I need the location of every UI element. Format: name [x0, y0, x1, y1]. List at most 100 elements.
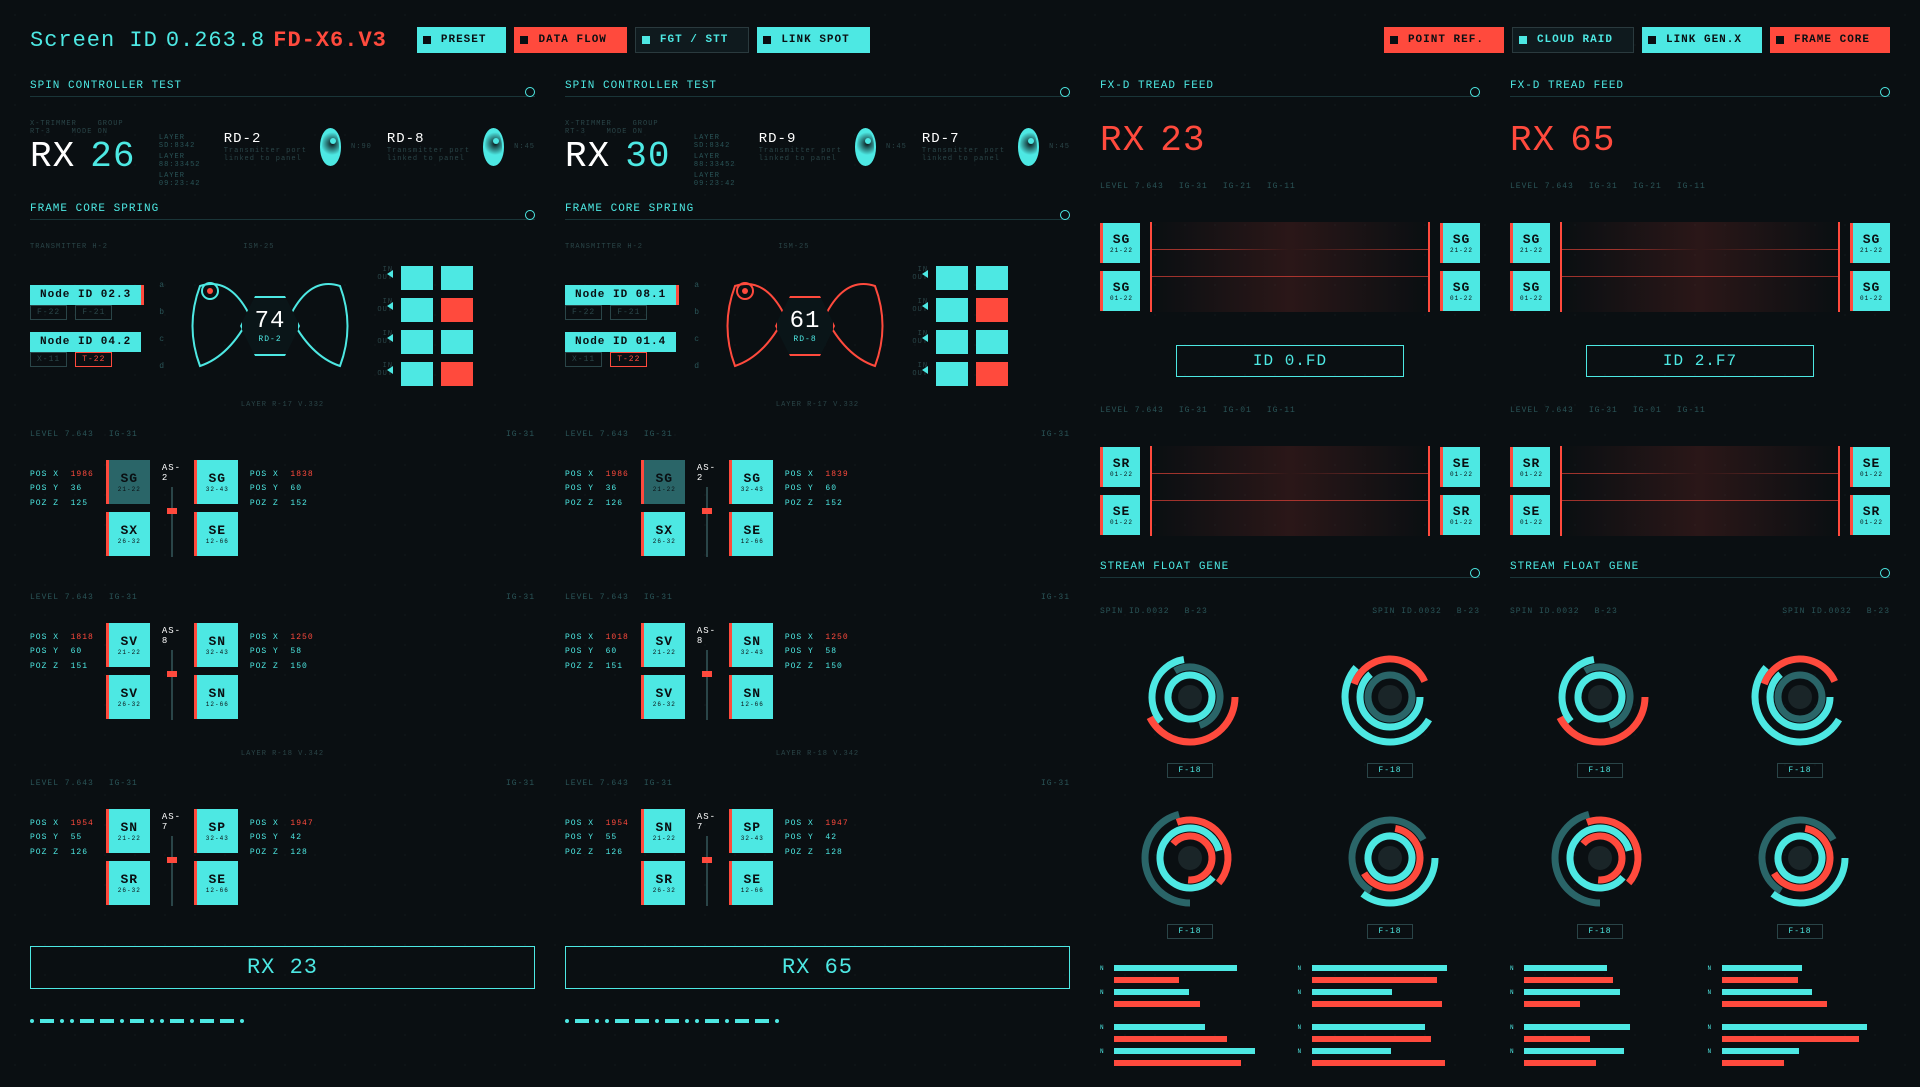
- io-box[interactable]: [441, 298, 473, 322]
- io-box[interactable]: [976, 362, 1008, 386]
- sgtile-SG[interactable]: SG21-22: [1440, 223, 1480, 263]
- tile-SR[interactable]: SR26-32: [641, 861, 685, 905]
- slider-AS-8[interactable]: AS-8: [697, 623, 717, 723]
- radial-gauge: F-18: [1300, 798, 1480, 939]
- dial-RD-2[interactable]: [320, 128, 342, 166]
- bar-chart: N N: [1100, 964, 1283, 1008]
- nav-data-flow[interactable]: DATA FLOW: [514, 27, 626, 53]
- tile-SR[interactable]: SR26-32: [106, 861, 150, 905]
- io-box[interactable]: [976, 266, 1008, 290]
- node-btn[interactable]: Node ID 04.2: [30, 332, 144, 352]
- rx-bar: RX 65: [565, 946, 1070, 989]
- node-btn[interactable]: Node ID 08.1: [565, 285, 679, 305]
- tile-SV[interactable]: SV21-22: [106, 623, 150, 667]
- radial-gauge: F-18: [1100, 798, 1280, 939]
- sgtile-SG[interactable]: SG21-22: [1100, 223, 1140, 263]
- id-box: ID 0.FD: [1176, 345, 1404, 377]
- tile-SE[interactable]: SE12-66: [729, 512, 773, 556]
- bar-chart: N N: [1708, 964, 1891, 1008]
- waveform: [1560, 222, 1840, 312]
- sgtile-SE[interactable]: SE01-22: [1510, 495, 1550, 535]
- tile-SE[interactable]: SE12-66: [194, 512, 238, 556]
- waveform: [1560, 446, 1840, 536]
- sgtile-SG[interactable]: SG01-22: [1100, 271, 1140, 311]
- tile-SP[interactable]: SP32-43: [729, 809, 773, 853]
- section-stream: STREAM FLOAT GENE: [1510, 561, 1890, 578]
- tile-SN[interactable]: SN12-66: [194, 675, 238, 719]
- bowtie-gauge: 61RD-8: [715, 266, 895, 386]
- feed-a: FX-D TREAD FEED RX23 LEVEL 7.643IG-31IG-…: [1100, 80, 1480, 1067]
- sgtile-SG[interactable]: SG01-22: [1850, 271, 1890, 311]
- sgtile-SE[interactable]: SE01-22: [1100, 495, 1140, 535]
- tile-SN[interactable]: SN32-43: [194, 623, 238, 667]
- io-box[interactable]: [441, 362, 473, 386]
- tile-SV[interactable]: SV26-32: [641, 675, 685, 719]
- button-group-2: POINT REF. CLOUD RAID LINK GEN.X FRAME CORE: [1384, 27, 1890, 53]
- tile-SN[interactable]: SN32-43: [729, 623, 773, 667]
- button-group-1: PRESET DATA FLOW FGT / STT LINK SPOT: [417, 27, 870, 53]
- node-btn[interactable]: Node ID 02.3: [30, 285, 144, 305]
- sgtile-SG[interactable]: SG21-22: [1850, 223, 1890, 263]
- sgtile-SG[interactable]: SG01-22: [1440, 271, 1480, 311]
- tile-SN[interactable]: SN21-22: [106, 809, 150, 853]
- node-btn[interactable]: Node ID 01.4: [565, 332, 679, 352]
- nav-link-spot[interactable]: LINK SPOT: [757, 27, 869, 53]
- tile-SN[interactable]: SN21-22: [641, 809, 685, 853]
- rx-label: RX: [565, 136, 610, 177]
- nav-link-gen-x[interactable]: LINK GEN.X: [1642, 27, 1762, 53]
- id-box: ID 2.F7: [1586, 345, 1814, 377]
- bar-chart: N N: [1510, 964, 1693, 1008]
- io-box[interactable]: [976, 298, 1008, 322]
- slider-AS-2[interactable]: AS-2: [162, 460, 182, 560]
- nav-fgt---stt[interactable]: FGT / STT: [635, 27, 749, 53]
- dial-RD-7[interactable]: [1018, 128, 1040, 166]
- tile-SE[interactable]: SE12-66: [729, 861, 773, 905]
- panel-a: SPIN CONTROLLER TEST X-TRIMMER GROUP RT-…: [30, 80, 535, 1067]
- sgtile-SG[interactable]: SG01-22: [1510, 271, 1550, 311]
- tile-SG[interactable]: SG32-43: [729, 460, 773, 504]
- section-fcs: FRAME CORE SPRING: [565, 203, 1070, 220]
- section-feed: FX-D TREAD FEED: [1100, 80, 1480, 97]
- nav-cloud-raid[interactable]: CLOUD RAID: [1512, 27, 1634, 53]
- tile-SX[interactable]: SX26-32: [106, 512, 150, 556]
- io-box[interactable]: [441, 330, 473, 354]
- nav-frame-core[interactable]: FRAME CORE: [1770, 27, 1890, 53]
- sgtile-SR[interactable]: SR01-22: [1440, 495, 1480, 535]
- nav-point-ref-[interactable]: POINT REF.: [1384, 27, 1504, 53]
- slider-AS-7[interactable]: AS-7: [162, 809, 182, 909]
- rx-value: 23: [1160, 120, 1205, 161]
- dial-RD-8[interactable]: [483, 128, 505, 166]
- rx-bar: RX 23: [30, 946, 535, 989]
- tile-SN[interactable]: SN12-66: [729, 675, 773, 719]
- rx-value: 65: [1570, 120, 1615, 161]
- tile-SE[interactable]: SE12-66: [194, 861, 238, 905]
- tile-SG[interactable]: SG21-22: [641, 460, 685, 504]
- sgtile-SR[interactable]: SR01-22: [1510, 447, 1550, 487]
- dial-RD-9[interactable]: [855, 128, 877, 166]
- bar-chart: N N: [1298, 964, 1481, 1008]
- tile-SP[interactable]: SP32-43: [194, 809, 238, 853]
- rx-value: 26: [90, 136, 135, 177]
- bar-chart: N N: [1510, 1023, 1693, 1067]
- nav-preset[interactable]: PRESET: [417, 27, 507, 53]
- sgtile-SR[interactable]: SR01-22: [1850, 495, 1890, 535]
- rx-label: RX: [30, 136, 75, 177]
- feed-b: FX-D TREAD FEED RX65 LEVEL 7.643IG-31IG-…: [1510, 80, 1890, 1067]
- tile-SX[interactable]: SX26-32: [641, 512, 685, 556]
- tile-SG[interactable]: SG32-43: [194, 460, 238, 504]
- tile-SG[interactable]: SG21-22: [106, 460, 150, 504]
- slider-AS-7[interactable]: AS-7: [697, 809, 717, 909]
- sgtile-SG[interactable]: SG21-22: [1510, 223, 1550, 263]
- sgtile-SR[interactable]: SR01-22: [1100, 447, 1140, 487]
- sgtile-SE[interactable]: SE01-22: [1440, 447, 1480, 487]
- rx-label: RX: [1100, 120, 1145, 161]
- sgtile-SE[interactable]: SE01-22: [1850, 447, 1890, 487]
- slider-AS-2[interactable]: AS-2: [697, 460, 717, 560]
- tile-SV[interactable]: SV26-32: [106, 675, 150, 719]
- io-box[interactable]: [976, 330, 1008, 354]
- section-feed: FX-D TREAD FEED: [1510, 80, 1890, 97]
- slider-AS-8[interactable]: AS-8: [162, 623, 182, 723]
- tile-SV[interactable]: SV21-22: [641, 623, 685, 667]
- io-box[interactable]: [441, 266, 473, 290]
- section-spin: SPIN CONTROLLER TEST: [565, 80, 1070, 97]
